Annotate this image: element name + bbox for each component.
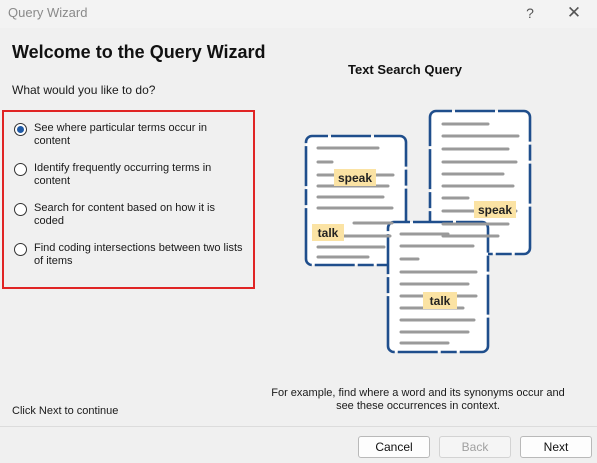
button-bar: Cancel Back Next (0, 426, 597, 463)
option-label: See where particular terms occur in cont… (34, 122, 208, 147)
option-label: Find coding intersections between two li… (34, 242, 243, 267)
back-button[interactable]: Back (439, 436, 511, 458)
continue-hint: Click Next to continue (12, 405, 119, 417)
tag-talk: talk (430, 294, 451, 308)
option-coding-intersections[interactable]: Find coding intersections between two li… (14, 242, 246, 268)
cancel-button[interactable]: Cancel (358, 436, 430, 458)
illustration-title: Text Search Query (348, 62, 462, 77)
option-see-terms[interactable]: See where particular terms occur in cont… (14, 122, 246, 148)
title-bar: Query Wizard ? ✕ (0, 0, 597, 28)
radio-search-coded[interactable] (14, 203, 27, 216)
help-icon[interactable]: ? (522, 3, 538, 23)
next-button[interactable]: Next (520, 436, 592, 458)
option-label: Search for content based on how it is co… (34, 202, 215, 227)
radio-frequent-terms[interactable] (14, 163, 27, 176)
radio-coding-intersections[interactable] (14, 243, 27, 256)
page-title: Welcome to the Query Wizard (12, 42, 266, 62)
option-search-coded[interactable]: Search for content based on how it is co… (14, 202, 246, 228)
tag-speak: speak (478, 203, 512, 217)
documents-illustration: speak talk speak talk (304, 109, 532, 354)
options-group: See where particular terms occur in cont… (2, 110, 255, 289)
illustration-caption: For example, find where a word and its s… (271, 387, 565, 412)
wizard-content: Welcome to the Query Wizard What would y… (0, 28, 597, 426)
radio-see-terms[interactable] (14, 123, 27, 136)
option-label: Identify frequently occurring terms in c… (34, 162, 212, 187)
option-frequent-terms[interactable]: Identify frequently occurring terms in c… (14, 162, 246, 188)
window-title: Query Wizard (8, 5, 88, 20)
prompt-label: What would you like to do? (12, 83, 156, 97)
tag-talk: talk (318, 226, 339, 240)
close-icon[interactable]: ✕ (560, 2, 588, 24)
tag-speak: speak (338, 171, 372, 185)
